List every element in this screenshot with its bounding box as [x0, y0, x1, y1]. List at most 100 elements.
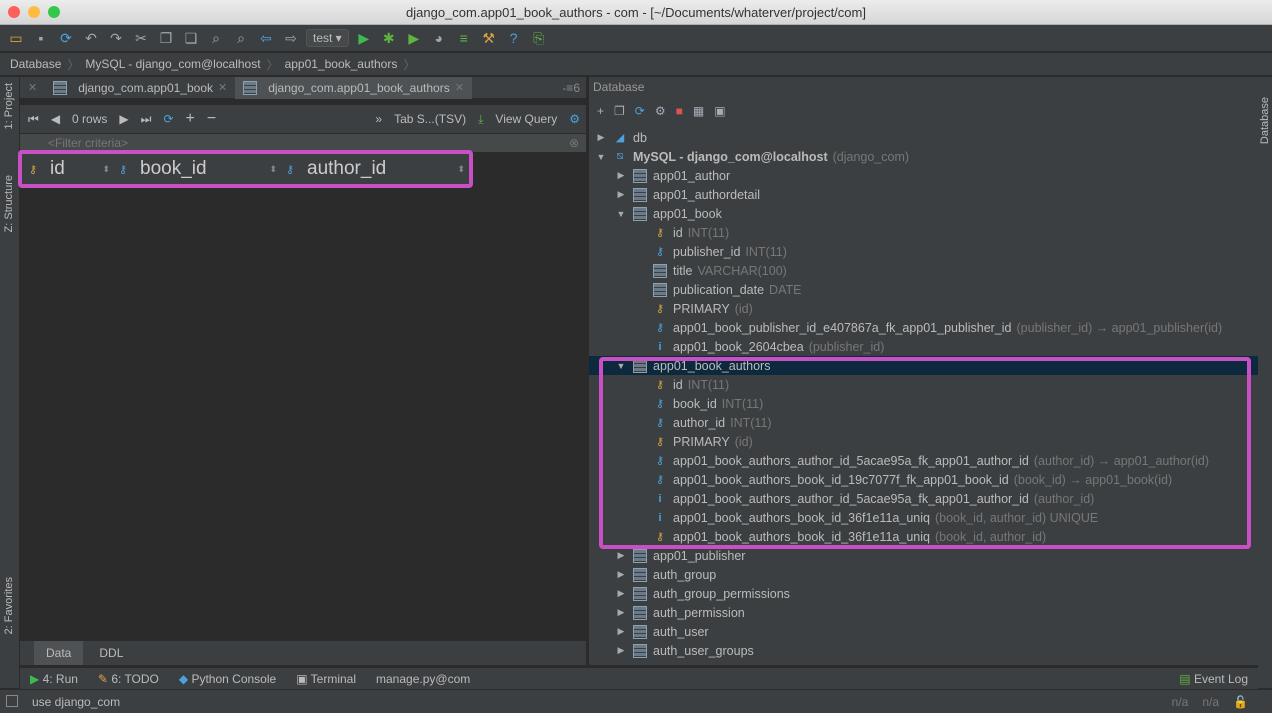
expand-arrow-icon[interactable]: ▶	[615, 645, 627, 656]
column-header-author-id[interactable]: ⚷ author_id ⬍	[279, 158, 467, 180]
tree-item[interactable]: title VARCHAR(100)	[589, 261, 1258, 280]
minimize-window-button[interactable]	[28, 6, 40, 18]
close-window-button[interactable]	[8, 6, 20, 18]
tree-item[interactable]: ▶ auth_group_permissions	[589, 584, 1258, 603]
expand-arrow-icon[interactable]: ▶	[595, 132, 607, 143]
expand-arrow-icon[interactable]: ▶	[615, 588, 627, 599]
tree-item[interactable]: ▼ ⧅ MySQL - django_com@localhost (django_co…	[589, 147, 1258, 166]
sync-icon[interactable]: ⟳	[56, 28, 76, 48]
tab-ddl[interactable]: DDL	[87, 641, 135, 665]
tab-app01-book[interactable]: django_com.app01_book ✕	[45, 77, 235, 99]
last-page-icon[interactable]: ⏭	[141, 112, 152, 127]
undo-icon[interactable]: ↶	[81, 28, 101, 48]
reload-icon[interactable]: ⟳	[163, 112, 173, 126]
breadcrumb-table[interactable]: app01_book_authors	[285, 57, 398, 71]
view-query-button[interactable]: View Query	[495, 112, 557, 126]
tree-item[interactable]: ⚷ PRIMARY (id)	[589, 299, 1258, 318]
zoom-window-button[interactable]	[48, 6, 60, 18]
schema-icon[interactable]: ⚙	[655, 104, 666, 118]
expand-arrow-icon[interactable]: ▶	[615, 189, 627, 200]
tree-item[interactable]: ▶ app01_author	[589, 166, 1258, 185]
more-icon[interactable]: »	[375, 112, 382, 126]
tree-item[interactable]: ▶ app01_authordetail	[589, 185, 1258, 204]
tree-item[interactable]: ▼ app01_book	[589, 204, 1258, 223]
replace-icon[interactable]: ⌕	[231, 28, 251, 48]
tab-list-button[interactable]: -≡6	[562, 81, 586, 95]
lock-icon[interactable]: 🔓	[1233, 695, 1248, 709]
favorites-tool-button[interactable]: 2: Favorites	[3, 577, 15, 634]
python-console-button[interactable]: ◆ Python Console	[179, 672, 276, 686]
collapse-arrow-icon[interactable]: ▼	[595, 152, 607, 162]
tree-item[interactable]: ▶ auth_user	[589, 622, 1258, 641]
open-folder-icon[interactable]: ▭	[6, 28, 26, 48]
find-icon[interactable]: ⌕	[206, 28, 226, 48]
export-icon[interactable]: ⤓	[478, 112, 483, 127]
copy-icon[interactable]: ❐	[614, 104, 625, 118]
save-icon[interactable]: ▪	[31, 28, 51, 48]
tree-item[interactable]: ▶ ◢ db	[589, 128, 1258, 147]
grid-settings-icon[interactable]: ⚙	[569, 112, 586, 126]
database-tool-button[interactable]: Database	[1259, 97, 1271, 144]
tasks-icon[interactable]: ≡	[454, 28, 474, 48]
project-tool-button[interactable]: 1: Project	[3, 83, 15, 129]
tree-item[interactable]: ▶ auth_group	[589, 565, 1258, 584]
next-page-icon[interactable]: ▶	[119, 112, 128, 126]
clear-filter-icon[interactable]: ⊗	[569, 136, 579, 150]
tree-item[interactable]: ▶ auth_permission	[589, 603, 1258, 622]
settings-icon[interactable]: ⚒	[479, 28, 499, 48]
paste-icon[interactable]: ❏	[181, 28, 201, 48]
tree-item[interactable]: ⚷ app01_book_publisher_id_e407867a_fk_app…	[589, 318, 1258, 337]
redo-icon[interactable]: ↷	[106, 28, 126, 48]
console-icon[interactable]: ▣	[714, 104, 725, 118]
toggle-tool-windows-icon[interactable]	[6, 695, 18, 707]
structure-tool-button[interactable]: Z: Structure	[3, 175, 15, 232]
tree-item[interactable]: publication_date DATE	[589, 280, 1258, 299]
help-icon[interactable]: ?	[504, 28, 524, 48]
back-icon[interactable]: ⇦	[256, 28, 276, 48]
breadcrumb-datasource[interactable]: MySQL - django_com@localhost	[85, 57, 260, 71]
column-header-book-id[interactable]: ⚷ book_id ⬍	[112, 158, 279, 180]
expand-arrow-icon[interactable]: ▶	[615, 170, 627, 181]
collapse-arrow-icon[interactable]: ▼	[615, 209, 627, 219]
forward-icon[interactable]: ⇨	[281, 28, 301, 48]
cut-icon[interactable]: ✂	[131, 28, 151, 48]
terminal-button[interactable]: ▣ Terminal	[296, 672, 356, 686]
coverage-icon[interactable]: ▶	[404, 28, 424, 48]
sort-icon[interactable]: ⬍	[269, 164, 277, 175]
expand-arrow-icon[interactable]: ▶	[615, 550, 627, 561]
profile-icon[interactable]: ◕	[429, 28, 449, 48]
tree-item[interactable]: ⚷ publisher_id INT(11)	[589, 242, 1258, 261]
vcs-icon[interactable]: ⎘	[529, 28, 549, 48]
breadcrumb-database[interactable]: Database	[10, 57, 61, 71]
tab-data[interactable]: Data	[34, 641, 84, 665]
run-config-select[interactable]: test ▾	[306, 29, 349, 47]
prev-page-icon[interactable]: ◀	[51, 112, 60, 126]
manage-py-button[interactable]: manage.py@com	[376, 672, 470, 686]
stop-icon[interactable]: ■	[676, 104, 683, 118]
add-row-icon[interactable]: +	[186, 110, 195, 128]
close-tab-icon[interactable]: ✕	[455, 81, 464, 94]
copy-icon[interactable]: ❐	[156, 28, 176, 48]
first-page-icon[interactable]: ⏮	[28, 112, 39, 127]
expand-arrow-icon[interactable]: ▶	[615, 569, 627, 580]
expand-arrow-icon[interactable]: ▶	[615, 626, 627, 637]
sort-icon[interactable]: ⬍	[457, 164, 465, 175]
add-icon[interactable]: +	[597, 104, 604, 118]
column-header-id[interactable]: ⚷ id ⬍	[22, 158, 112, 180]
close-icon[interactable]: ✕	[20, 77, 45, 99]
delete-row-icon[interactable]: −	[207, 110, 216, 128]
refresh-icon[interactable]: ⟳	[635, 104, 645, 118]
tab-app01-book-authors[interactable]: django_com.app01_book_authors ✕	[235, 76, 472, 99]
export-format-select[interactable]: Tab S...(TSV)	[394, 112, 466, 126]
todo-tool-button[interactable]: ✎ 6: TODO	[98, 672, 159, 686]
close-tab-icon[interactable]: ✕	[218, 81, 227, 94]
run-tool-button[interactable]: ▶ 4: Run	[30, 672, 78, 686]
debug-icon[interactable]: ✱	[379, 28, 399, 48]
tree-item[interactable]: i app01_book_2604cbea (publisher_id)	[589, 337, 1258, 356]
tree-item[interactable]: ▶ auth_user_groups	[589, 641, 1258, 660]
sort-icon[interactable]: ⬍	[102, 164, 110, 175]
event-log-button[interactable]: ▤ Event Log	[1179, 672, 1258, 686]
tree-item[interactable]: ⚷ id INT(11)	[589, 223, 1258, 242]
table-editor-icon[interactable]: ▦	[693, 104, 704, 118]
expand-arrow-icon[interactable]: ▶	[615, 607, 627, 618]
